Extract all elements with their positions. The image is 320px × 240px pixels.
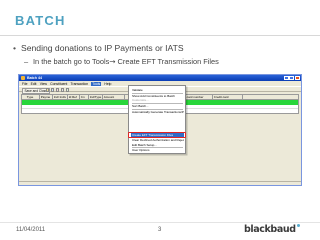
page-number: 3 [158, 227, 162, 233]
tools-menu-item[interactable]: Sort Batch... [131, 104, 184, 108]
delete-icon[interactable] [56, 88, 60, 92]
footer-date: 11/04/2011 [16, 227, 46, 233]
menu-separator [132, 92, 183, 93]
menu-constituent[interactable]: Constituent [50, 82, 67, 86]
menu-help[interactable]: Help [104, 82, 111, 86]
bullet-2-suffix: Create EFT Transmission Files [115, 57, 219, 66]
bullet-1-text: Sending donations to IP Payments or IATS [21, 43, 184, 53]
batch-window-screenshot: Batch 44 File Edit View Constituent Transact… [18, 74, 302, 186]
bullet-sending-donations: • Sending donations to IP Payments or IAT… [13, 43, 184, 53]
logo-dot-icon [296, 224, 300, 227]
folder-icon[interactable] [46, 88, 50, 92]
tools-menu-item[interactable]: Validate [131, 88, 184, 92]
menu-tools[interactable]: Tools [91, 81, 102, 86]
app-icon [20, 76, 25, 80]
tools-menu-item[interactable]: Clear Declined Authorization and Rejecti… [131, 138, 184, 142]
bullet-dot-icon: • [13, 43, 17, 53]
tools-menu-dropdown: Validate Show Add Constituents to Batch Cu… [128, 85, 186, 154]
window-title: Batch 44 [27, 75, 42, 80]
tools-menu-item[interactable]: Edit Batch Setup... [131, 143, 184, 147]
slide-title: BATCH [15, 13, 66, 28]
blackbaud-logo: blackbaud [244, 224, 300, 235]
sub-bullet-dash: – [24, 57, 29, 66]
menu-view[interactable]: View [40, 82, 47, 86]
filter-icon[interactable] [66, 88, 70, 92]
menu-transaction[interactable]: Transaction [71, 82, 89, 86]
window-controls [283, 75, 300, 80]
logo-text: blackbaud [244, 224, 296, 235]
title-divider [0, 35, 320, 36]
maximize-icon[interactable] [289, 75, 295, 80]
bullet-sub-instruction: – In the batch go to Tools→ Create EFT Tr… [24, 57, 219, 66]
highlight-callout-box [128, 132, 186, 138]
footer-divider [0, 222, 320, 223]
tools-menu-item[interactable]: User Options [131, 148, 184, 152]
document-icon[interactable] [51, 88, 55, 92]
tools-menu-item[interactable]: Automatically Generate Transactions/Paym… [131, 110, 184, 114]
print-icon[interactable] [61, 88, 65, 92]
status-bar [19, 181, 301, 185]
minimize-icon[interactable] [283, 75, 289, 80]
menu-edit[interactable]: Edit [31, 82, 37, 86]
bullet-2-prefix: In the batch go to Tools [33, 57, 110, 66]
tools-menu-item[interactable]: Customize... [131, 98, 184, 102]
menu-file[interactable]: File [22, 82, 27, 86]
close-icon[interactable] [295, 75, 300, 80]
